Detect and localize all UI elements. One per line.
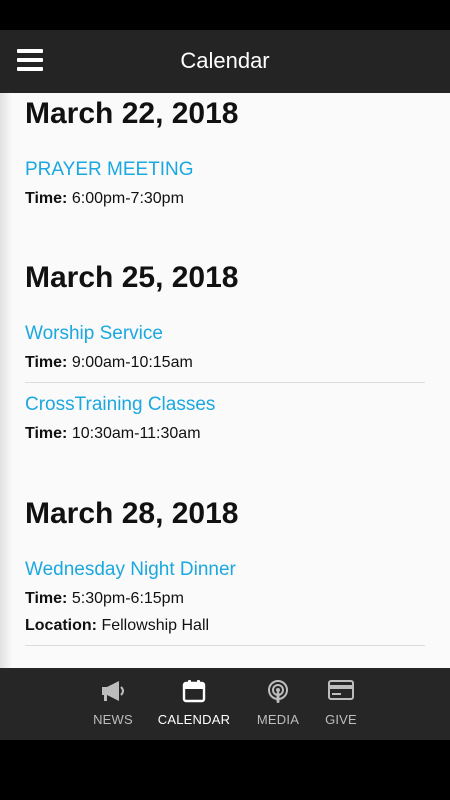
location-label: Location: bbox=[25, 617, 97, 634]
event-item[interactable]: CrossTraining Classes Time: 10:30am-11:3… bbox=[25, 393, 425, 453]
day-date: March 28, 2018 bbox=[25, 497, 239, 530]
event-location: Location: Fellowship Hall bbox=[25, 616, 425, 636]
time-value: 9:00am-10:15am bbox=[71, 354, 193, 371]
time-value: 10:30am-11:30am bbox=[71, 425, 201, 442]
event-title[interactable]: Wednesday Night Dinner bbox=[25, 558, 425, 582]
status-bar bbox=[0, 0, 450, 30]
time-value: 6:00pm-7:30pm bbox=[71, 190, 184, 207]
tab-label: MEDIA bbox=[256, 712, 300, 727]
system-nav-bar bbox=[0, 740, 450, 800]
time-label: Time: bbox=[25, 190, 68, 207]
day-date: March 22, 2018 bbox=[25, 97, 239, 130]
tab-label: CALENDAR bbox=[157, 712, 231, 727]
time-value: 5:30pm-6:15pm bbox=[71, 590, 184, 607]
event-time: Time: 9:00am-10:15am bbox=[25, 353, 425, 373]
day-section: March 25, 2018 Worship Service Time: 9:0… bbox=[0, 218, 450, 453]
day-date: March 25, 2018 bbox=[25, 261, 239, 294]
event-time: Time: 10:30am-11:30am bbox=[25, 424, 425, 444]
event-item[interactable]: Wednesday Night Dinner Time: 5:30pm-6:15… bbox=[25, 558, 425, 646]
event-item[interactable]: PRAYER MEETING Time: 6:00pm-7:30pm bbox=[25, 158, 425, 218]
tab-label: NEWS bbox=[93, 712, 133, 727]
credit-card-icon bbox=[328, 680, 354, 700]
tab-calendar[interactable]: CALENDAR bbox=[154, 668, 234, 740]
podcast-icon bbox=[268, 680, 288, 703]
event-title[interactable]: PRAYER MEETING bbox=[25, 158, 425, 182]
time-label: Time: bbox=[25, 354, 68, 371]
event-time: Time: 5:30pm-6:15pm bbox=[25, 589, 425, 609]
event-item[interactable]: Worship Service Time: 9:00am-10:15am bbox=[25, 322, 425, 383]
event-title[interactable]: Worship Service bbox=[25, 322, 425, 346]
tab-label: GIVE bbox=[325, 712, 357, 727]
calendar-icon bbox=[182, 680, 206, 703]
tab-news[interactable]: NEWS bbox=[83, 668, 143, 740]
calendar-list[interactable]: March 22, 2018 PRAYER MEETING Time: 6:00… bbox=[0, 93, 450, 668]
bottom-tab-bar: NEWS CALENDAR MEDIA GIVE bbox=[0, 668, 450, 740]
page-title: Calendar bbox=[180, 48, 270, 73]
app-bar: Calendar bbox=[0, 30, 450, 93]
event-title[interactable]: CrossTraining Classes bbox=[25, 393, 425, 417]
location-value: Fellowship Hall bbox=[101, 617, 210, 634]
tab-give[interactable]: GIVE bbox=[316, 668, 366, 740]
event-time: Time: 6:00pm-7:30pm bbox=[25, 189, 425, 209]
day-section: March 22, 2018 PRAYER MEETING Time: 6:00… bbox=[0, 93, 450, 218]
time-label: Time: bbox=[25, 590, 68, 607]
megaphone-icon bbox=[102, 681, 124, 701]
tab-media[interactable]: MEDIA bbox=[248, 668, 308, 740]
day-section: March 28, 2018 Wednesday Night Dinner Ti… bbox=[0, 453, 450, 646]
time-label: Time: bbox=[25, 425, 68, 442]
